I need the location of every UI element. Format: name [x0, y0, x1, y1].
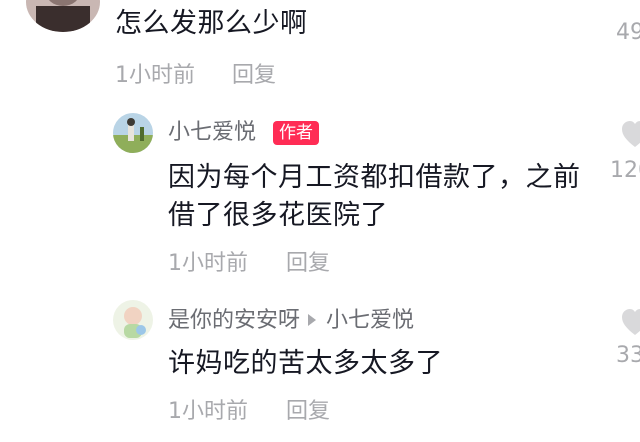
author-username[interactable]: 小七爱悦 — [168, 119, 256, 147]
like-count: 49 — [616, 20, 640, 45]
reply-button[interactable]: 回复 — [232, 62, 276, 90]
like-count: 33 — [616, 343, 640, 368]
reply-time: 1小时前 — [168, 399, 248, 424]
reply-button[interactable]: 回复 — [286, 250, 330, 278]
comment-time: 1小时前 — [115, 63, 195, 88]
user-avatar-photo-icon — [26, 0, 100, 32]
landscape-avatar-icon — [113, 113, 153, 153]
like-heart-icon[interactable] — [620, 120, 640, 150]
comment-text: 怎么发那么少啊 — [115, 8, 308, 39]
replier-avatar[interactable] — [113, 300, 153, 340]
replier-username[interactable]: 是你的安安呀 小七爱悦 — [168, 307, 414, 335]
reply-to-arrow-icon — [308, 314, 317, 326]
reply-button[interactable]: 回复 — [286, 398, 330, 426]
reply-text-line-1: 因为每个月工资都扣借款了，之前 — [168, 162, 581, 193]
commenter-avatar[interactable] — [26, 0, 100, 32]
like-heart-icon[interactable] — [620, 308, 640, 338]
reply-text: 许妈吃的苦太多太多了 — [168, 348, 443, 379]
like-count: 120 — [610, 158, 640, 183]
author-avatar[interactable] — [113, 113, 153, 153]
comment-thread: 怎么发那么少啊 1小时前 回复 49 小七爱悦 作者 因为每个月工资都扣借款了，… — [0, 0, 640, 442]
author-badge: 作者 — [273, 121, 319, 145]
reply-text-line-2: 借了很多花医院了 — [168, 200, 388, 231]
reply-time: 1小时前 — [168, 251, 248, 276]
reply-to-username[interactable]: 小七爱悦 — [326, 308, 414, 333]
baby-avatar-icon — [113, 300, 153, 340]
replier-name[interactable]: 是你的安安呀 — [168, 308, 300, 333]
